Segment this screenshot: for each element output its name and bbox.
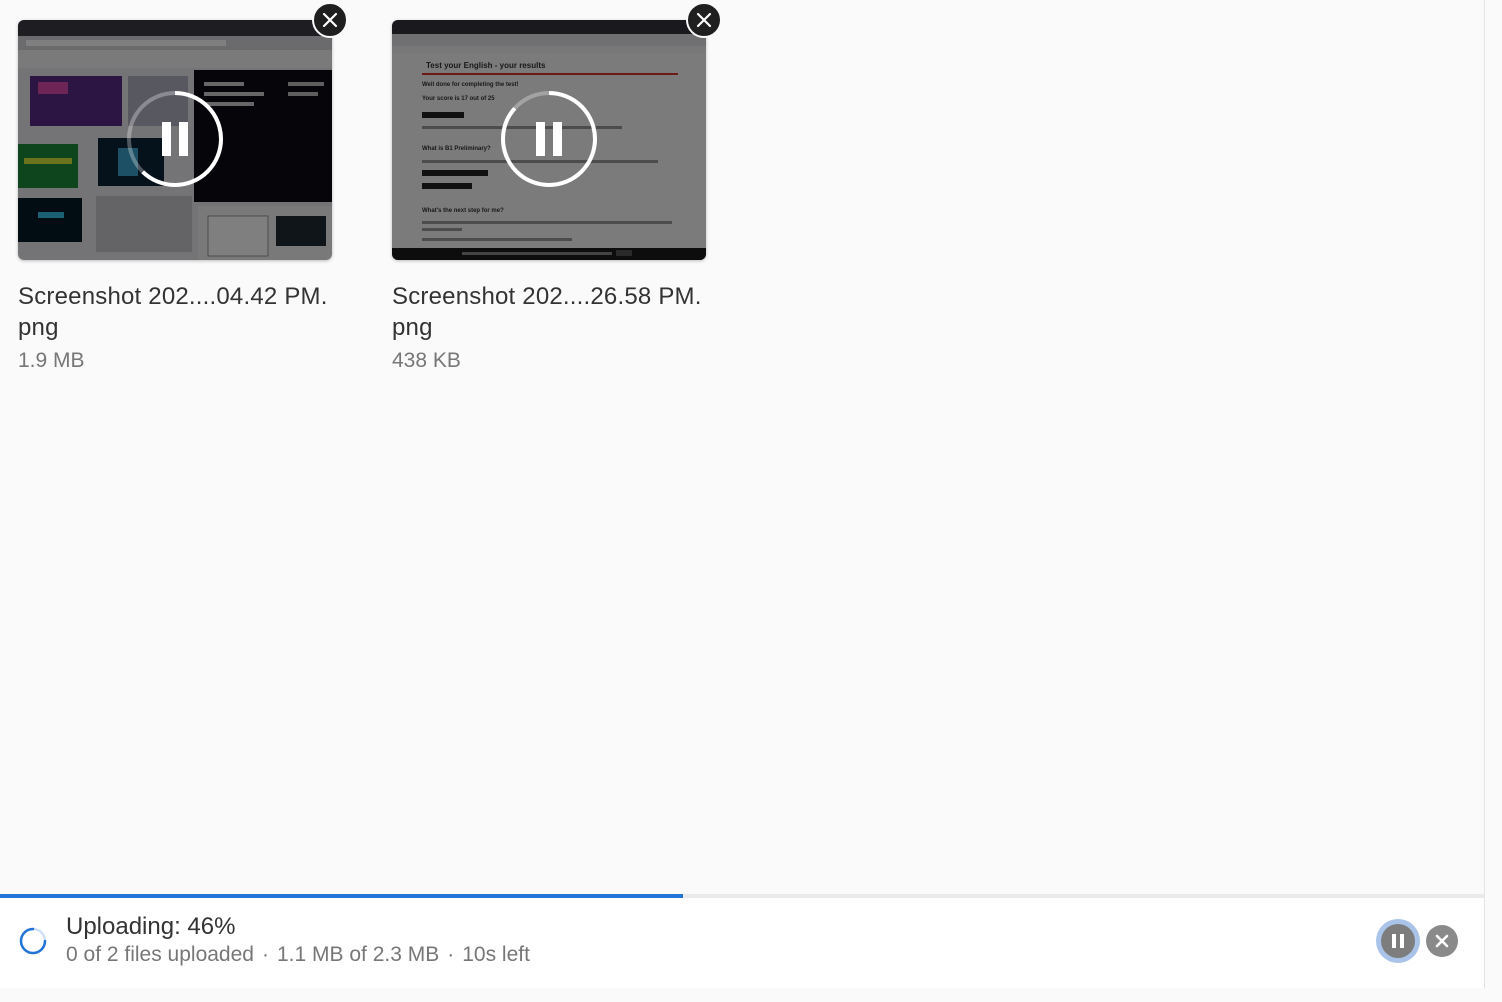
separator: · xyxy=(447,943,455,966)
pause-icon xyxy=(1392,934,1404,948)
file-pause-button[interactable] xyxy=(125,89,225,189)
file-thumbnail: Test your English - your results Well do… xyxy=(392,20,706,260)
pause-all-button[interactable] xyxy=(1376,919,1420,963)
close-icon xyxy=(1435,934,1449,948)
file-thumbnail xyxy=(18,20,332,260)
file-item: Screenshot 202....04.42 PM.png 1.9 MB xyxy=(18,2,348,375)
cancel-all-button[interactable] xyxy=(1426,925,1458,957)
spinner-icon xyxy=(19,927,47,955)
separator: · xyxy=(261,943,269,966)
file-name: Screenshot 202....04.42 PM.png xyxy=(18,283,328,341)
file-pause-button[interactable] xyxy=(499,89,599,189)
upload-progress-track xyxy=(0,894,1484,898)
files-uploaded-count: 0 of 2 files uploaded xyxy=(66,943,254,966)
time-left: 10s left xyxy=(462,943,530,966)
file-size: 1.9 MB xyxy=(18,349,85,372)
pause-all-button-inner xyxy=(1381,924,1415,958)
upload-status-title: Uploading: 46% xyxy=(66,913,236,940)
pause-icon xyxy=(536,122,562,156)
upload-status-bar: Uploading: 46% 0 of 2 files uploaded · 1.1… xyxy=(0,894,1484,988)
panel-right-border xyxy=(1484,0,1485,988)
remove-file-button[interactable] xyxy=(686,2,722,38)
close-icon xyxy=(696,12,712,28)
file-name: Screenshot 202....26.58 PM.png xyxy=(392,283,702,341)
upload-status-detail: 0 of 2 files uploaded · 1.1 MB of 2.3 MB · 1… xyxy=(66,941,530,969)
file-size: 438 KB xyxy=(392,349,461,372)
pause-icon xyxy=(162,122,188,156)
remove-file-button[interactable] xyxy=(312,2,348,38)
close-icon xyxy=(322,12,338,28)
upload-progress-fill xyxy=(0,894,683,898)
file-item: Test your English - your results Well do… xyxy=(392,2,722,375)
bytes-uploaded: 1.1 MB of 2.3 MB xyxy=(276,943,440,966)
